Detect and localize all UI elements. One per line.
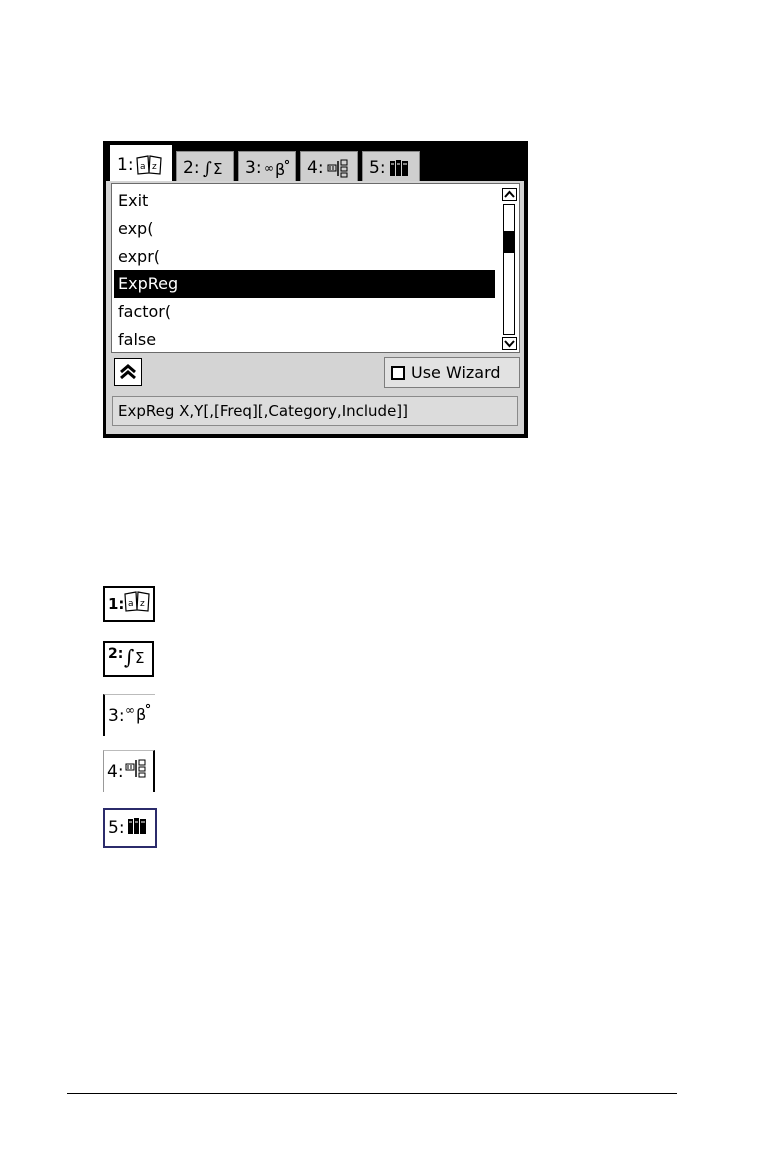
infinity-beta-icon: ∞ β [264, 158, 290, 178]
svg-text:∞: ∞ [125, 703, 135, 717]
footer-rule [67, 1093, 677, 1094]
use-wizard-label: Use Wizard [411, 363, 501, 382]
tab-1-label: 1: [117, 155, 134, 175]
use-wizard-checkbox[interactable] [391, 365, 405, 380]
list-item[interactable]: exp( [114, 215, 495, 243]
svg-text:a: a [140, 162, 146, 172]
catalog-panel: Exit exp( expr( ExpReg factor( false Use… [106, 181, 524, 434]
units-icon [124, 759, 150, 785]
tab-4[interactable]: 4: [300, 151, 358, 183]
tab-5[interactable]: 5: [362, 151, 420, 183]
list-item[interactable]: false [114, 326, 495, 352]
scroll-up-button[interactable] [502, 188, 517, 201]
svg-text:z: z [152, 162, 157, 172]
svg-text:β: β [136, 705, 146, 724]
catalog-list[interactable]: Exit exp( expr( ExpReg factor( false [111, 183, 520, 353]
book-az-icon: az [124, 591, 151, 617]
units-icon [326, 158, 352, 178]
integral-sigma-icon: ∫ Σ [123, 645, 151, 673]
list-item[interactable]: expr( [114, 243, 495, 271]
tab-3[interactable]: 3: ∞ β [238, 151, 296, 183]
legend-tab-2-label: 2: [108, 646, 124, 662]
scroll-down-button[interactable] [502, 337, 517, 350]
svg-text:∫: ∫ [124, 645, 134, 669]
scrollbar[interactable] [502, 188, 517, 350]
list-item-selected[interactable]: ExpReg [114, 270, 495, 298]
legend-tab-5: 5: [103, 808, 157, 848]
integral-sigma-icon: ∫ Σ [202, 158, 228, 178]
svg-text:a: a [128, 599, 134, 609]
book-az-icon: az [135, 155, 162, 175]
use-wizard-option[interactable]: Use Wizard [384, 357, 520, 388]
tab-3-label: 3: [245, 157, 262, 178]
legend-tab-2: 2: ∫ Σ [103, 641, 154, 677]
infinity-beta-icon: ∞ β [125, 702, 151, 730]
syntax-help-bar: ExpReg X,Y[,[Freq][,Category,Include]] [112, 396, 518, 426]
library-books-icon [388, 158, 412, 178]
list-item[interactable]: Exit [114, 187, 495, 215]
svg-text:Σ: Σ [213, 160, 222, 178]
tab-4-label: 4: [307, 157, 324, 178]
tab-2-label: 2: [183, 157, 200, 178]
legend-tab-5-label: 5: [108, 818, 125, 838]
legend-tab-4-label: 4: [107, 761, 124, 782]
legend-tab-1-label: 1: [108, 595, 125, 613]
catalog-window: 1: az 2: ∫ Σ 3: ∞ β 4: 5: Exit exp(expr… [103, 141, 528, 438]
legend-tab-3: 3: ∞ β [103, 694, 155, 736]
legend-tab-3-label: 3: [108, 705, 125, 726]
double-chevron-up-icon [120, 364, 136, 380]
library-books-icon [127, 816, 149, 840]
list-item[interactable]: factor( [114, 298, 495, 326]
chevron-up-icon [504, 190, 515, 198]
tab-5-label: 5: [369, 157, 386, 178]
svg-text:∫: ∫ [203, 159, 212, 178]
legend-tab-4: 4: [103, 750, 155, 792]
svg-text:β: β [275, 160, 285, 178]
svg-text:∞: ∞ [264, 161, 274, 175]
svg-text:Σ: Σ [135, 649, 144, 667]
svg-text:z: z [140, 599, 145, 609]
chevron-down-icon [504, 340, 515, 348]
scroll-thumb[interactable] [504, 231, 514, 253]
tab-2[interactable]: 2: ∫ Σ [176, 151, 234, 183]
scroll-track[interactable] [503, 204, 515, 335]
tab-1[interactable]: 1: az [110, 145, 172, 185]
collapse-button[interactable] [114, 358, 142, 386]
legend-tab-1: 1: az [103, 586, 155, 622]
